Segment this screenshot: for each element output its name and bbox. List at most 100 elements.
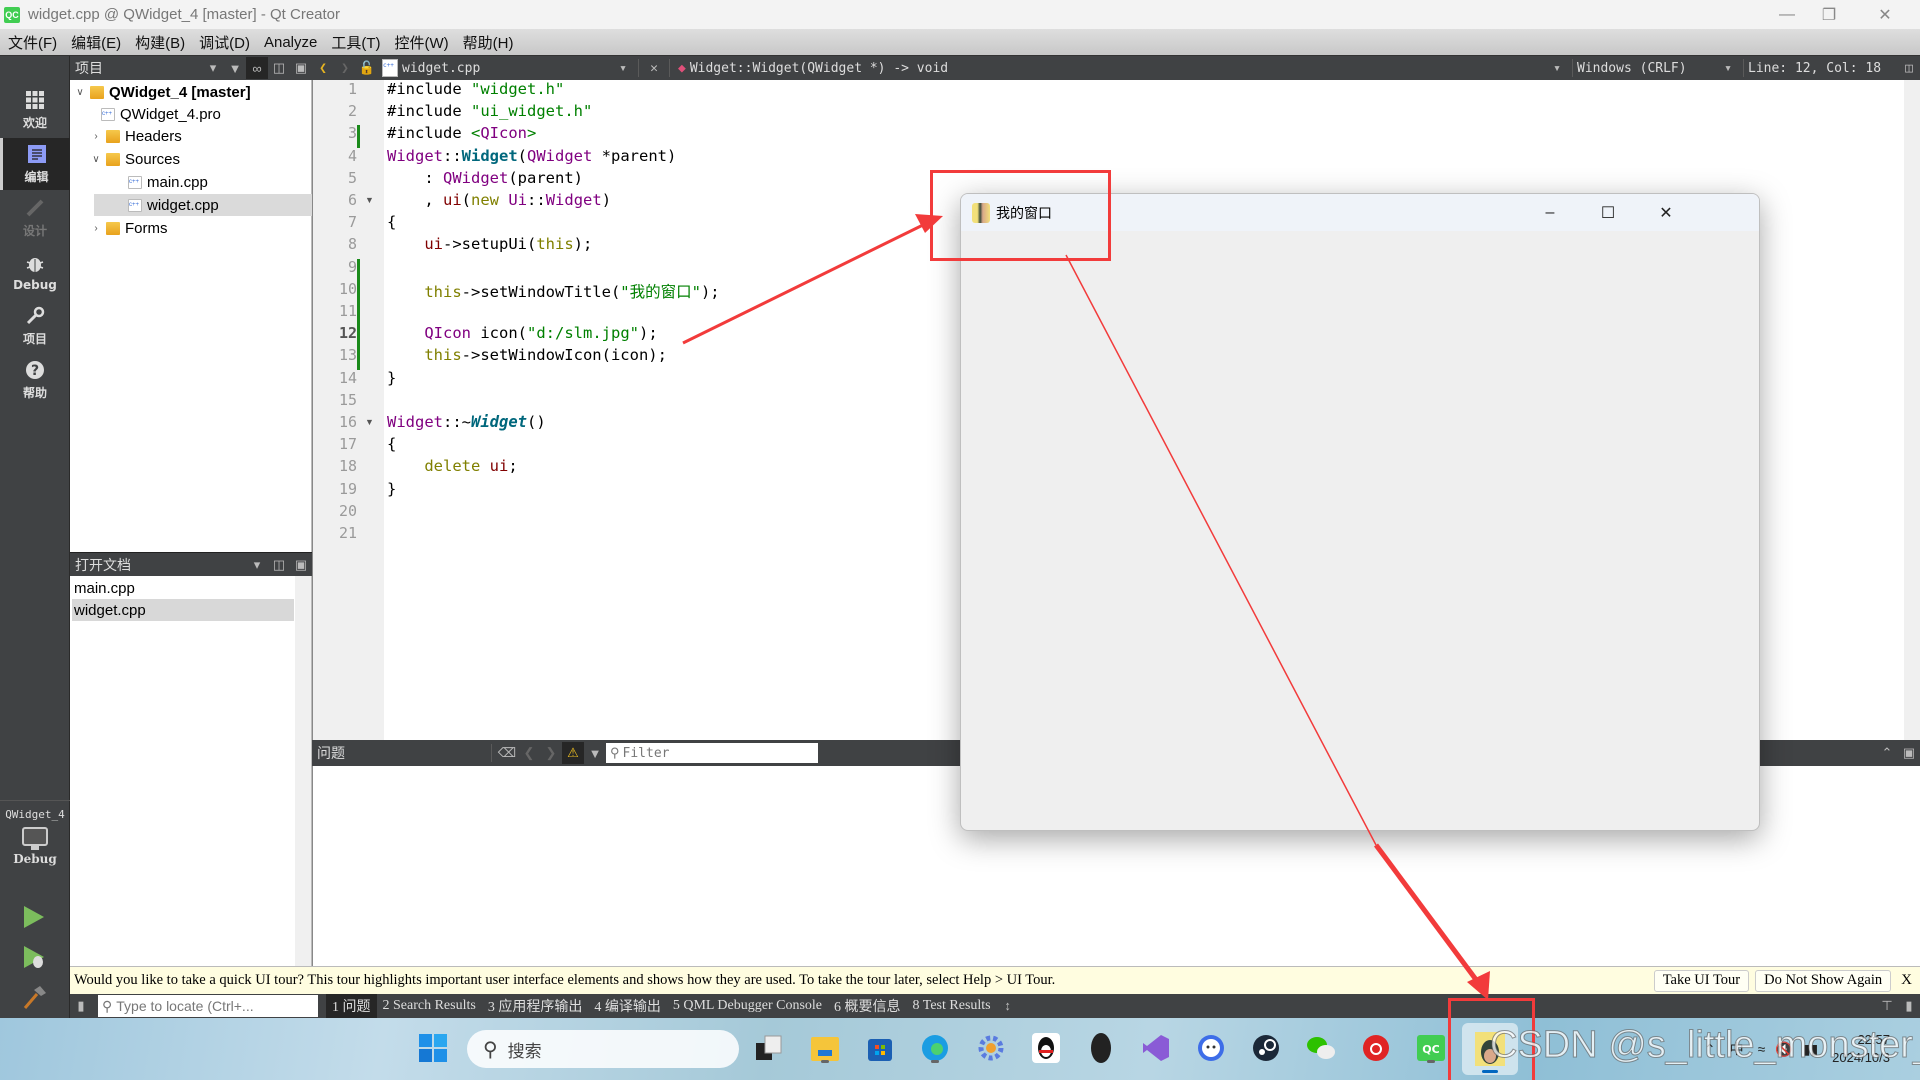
- fold-marker-icon[interactable]: ▼: [365, 417, 374, 427]
- symbol-selector[interactable]: Widget::Widget(QWidget *) -> void: [690, 61, 1546, 76]
- more-tabs-icon[interactable]: ↕: [997, 995, 1019, 1017]
- filter-icon[interactable]: ▼: [224, 57, 246, 79]
- restore-button[interactable]: ❐: [1800, 0, 1858, 29]
- taskbar-wechat[interactable]: [1304, 1031, 1338, 1065]
- taskbar-bilibili[interactable]: [1194, 1031, 1228, 1065]
- view-dropdown-icon[interactable]: ▾: [246, 554, 268, 576]
- code-line[interactable]: #include <QIcon>: [387, 124, 536, 142]
- menu-analyze[interactable]: Analyze: [256, 34, 323, 51]
- back-arrow-icon[interactable]: ❮: [312, 57, 334, 79]
- tree-item-sources[interactable]: ∨ Sources: [70, 148, 312, 170]
- open-document-item[interactable]: main.cpp: [72, 577, 294, 599]
- menu-build[interactable]: 构建(B): [127, 32, 191, 53]
- prev-icon[interactable]: ❮: [518, 742, 540, 764]
- taskbar-netease-music[interactable]: [1359, 1031, 1393, 1065]
- issues-filter-input[interactable]: ⚲ Filter: [606, 743, 818, 763]
- open-documents-scrollbar[interactable]: [295, 576, 311, 966]
- debug-run-button[interactable]: [22, 944, 48, 974]
- close-file-icon[interactable]: ✕: [643, 57, 665, 79]
- code-line[interactable]: QIcon icon("d:/slm.jpg");: [387, 324, 657, 342]
- code-line[interactable]: : QWidget(parent): [387, 169, 583, 187]
- code-line[interactable]: {: [387, 213, 396, 231]
- line-ending-selector[interactable]: Windows (CRLF): [1577, 61, 1717, 76]
- taskbar-qq[interactable]: [1029, 1031, 1063, 1065]
- filter-icon[interactable]: ▼: [584, 742, 606, 764]
- tree-item-headers[interactable]: › Headers: [70, 125, 312, 147]
- split-editor-icon[interactable]: ◫: [1898, 57, 1920, 79]
- build-button[interactable]: [22, 984, 48, 1014]
- tree-item-main-cpp[interactable]: main.cpp: [70, 171, 312, 193]
- chevron-right-icon[interactable]: ›: [90, 223, 102, 234]
- close-pane-icon[interactable]: ▣: [1898, 742, 1920, 764]
- clean-icon[interactable]: ⌫: [496, 742, 518, 764]
- app-maximize-button[interactable]: ☐: [1579, 194, 1637, 231]
- tree-item-project[interactable]: ∨ QWidget_4 [master]: [70, 81, 312, 103]
- menu-file[interactable]: 文件(F): [0, 32, 63, 53]
- close-panel-icon[interactable]: ▣: [290, 554, 312, 576]
- run-button[interactable]: [22, 904, 46, 934]
- close-button[interactable]: ✕: [1856, 0, 1914, 29]
- code-line[interactable]: this->setWindowIcon(icon);: [387, 346, 667, 364]
- taskbar-file-explorer[interactable]: [808, 1031, 842, 1065]
- output-tab-application-output[interactable]: 3 应用程序输出: [482, 994, 589, 1018]
- code-line[interactable]: }: [387, 369, 396, 387]
- menu-edit[interactable]: 编辑(E): [63, 32, 127, 53]
- menu-tools[interactable]: 工具(T): [323, 32, 386, 53]
- open-document-item[interactable]: widget.cpp: [72, 599, 294, 621]
- kit-selector[interactable]: Debug: [0, 826, 70, 882]
- code-line[interactable]: {: [387, 435, 396, 453]
- toggle-right-sidebar-icon[interactable]: ▮: [1898, 995, 1920, 1017]
- locator-input[interactable]: ⚲ Type to locate (Ctrl+...: [98, 995, 318, 1017]
- symbol-dropdown-icon[interactable]: ▾: [1546, 57, 1568, 79]
- mode-welcome[interactable]: 欢迎: [0, 84, 70, 136]
- output-tab-search-results[interactable]: 2 Search Results: [377, 994, 482, 1018]
- open-file-selector[interactable]: widget.cpp: [402, 61, 612, 76]
- my-window-app[interactable]: 我的窗口 – ☐ ✕: [960, 193, 1760, 831]
- menu-help[interactable]: 帮助(H): [455, 32, 520, 53]
- view-dropdown-icon[interactable]: ▾: [202, 57, 224, 79]
- file-dropdown-icon[interactable]: ▾: [612, 57, 634, 79]
- tree-item-widget-cpp[interactable]: widget.cpp: [94, 194, 312, 216]
- mode-projects[interactable]: 项目: [0, 300, 70, 352]
- code-line[interactable]: , ui(new Ui::Widget): [387, 191, 611, 209]
- chevron-down-icon[interactable]: ∨: [90, 154, 102, 165]
- tree-item-pro-file[interactable]: QWidget_4.pro: [70, 103, 312, 125]
- taskbar-store[interactable]: [863, 1031, 897, 1065]
- output-tab-test-results[interactable]: 8 Test Results: [907, 994, 997, 1018]
- chevron-right-icon[interactable]: ›: [90, 131, 102, 142]
- taskbar-steam[interactable]: [1249, 1031, 1283, 1065]
- code-line[interactable]: #include "ui_widget.h": [387, 102, 592, 120]
- fold-marker-icon[interactable]: ▼: [365, 195, 374, 205]
- close-panel-icon[interactable]: ▣: [290, 57, 312, 79]
- line-ending-dropdown-icon[interactable]: ▾: [1717, 57, 1739, 79]
- output-tab-general-messages[interactable]: 6 概要信息: [828, 994, 907, 1018]
- output-tab-compile-output[interactable]: 4 编译输出: [588, 994, 667, 1018]
- app-minimize-button[interactable]: –: [1521, 194, 1579, 231]
- tree-item-forms[interactable]: › Forms: [70, 217, 312, 239]
- taskbar-alienware[interactable]: [1084, 1031, 1118, 1065]
- output-tab-issues[interactable]: 1 问题: [326, 994, 377, 1018]
- split-icon[interactable]: ◫: [268, 554, 290, 576]
- menu-window[interactable]: 控件(W): [387, 32, 455, 53]
- code-line[interactable]: ui->setupUi(this);: [387, 235, 592, 253]
- chevron-down-icon[interactable]: ∨: [74, 87, 86, 98]
- taskbar-edge[interactable]: [918, 1031, 952, 1065]
- do-not-show-again-button[interactable]: Do Not Show Again: [1755, 969, 1892, 992]
- mode-design[interactable]: 设计: [0, 192, 70, 244]
- output-tab-qml-debugger[interactable]: 5 QML Debugger Console: [667, 994, 828, 1018]
- editor-scrollbar[interactable]: [1904, 80, 1920, 740]
- cursor-position[interactable]: Line: 12, Col: 18: [1748, 61, 1898, 76]
- mode-debug[interactable]: Debug: [0, 246, 70, 298]
- taskbar-task-view[interactable]: [752, 1031, 786, 1065]
- taskbar-search[interactable]: ⚲ 搜索: [467, 1030, 739, 1068]
- code-line[interactable]: Widget::~Widget(): [387, 413, 546, 431]
- mode-edit[interactable]: 编辑: [0, 138, 70, 190]
- warning-toggle-icon[interactable]: ⚠: [562, 742, 584, 764]
- toggle-sidebar-icon[interactable]: ▮: [70, 995, 92, 1017]
- link-icon[interactable]: ∞: [246, 57, 268, 79]
- taskbar-qt-creator[interactable]: QC: [1414, 1031, 1448, 1065]
- code-line[interactable]: this->setWindowTitle("我的窗口");: [387, 280, 719, 302]
- split-icon[interactable]: ◫: [268, 57, 290, 79]
- code-line[interactable]: delete ui;: [387, 457, 517, 475]
- close-infobar-button[interactable]: X: [1901, 972, 1912, 989]
